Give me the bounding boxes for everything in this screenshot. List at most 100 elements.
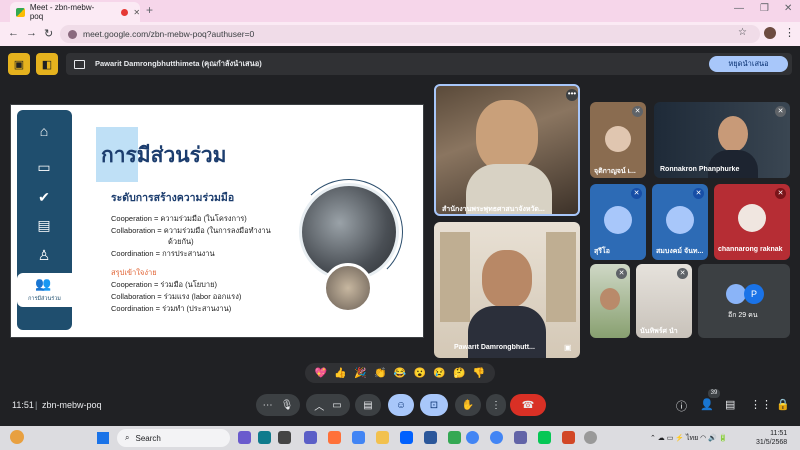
reaction-surprised-icon[interactable]: 😮: [413, 368, 425, 379]
people-icon[interactable]: 👤: [700, 398, 714, 411]
separator: |: [35, 400, 38, 410]
present-screen-icon: [74, 59, 85, 69]
file-explorer-icon[interactable]: [376, 431, 389, 444]
system-tray[interactable]: ⌃ ☁ ▭ ⚡ ไทย ◠ 🔊 🔋: [650, 433, 728, 444]
present-button[interactable]: ⊡: [420, 394, 448, 416]
line-icon[interactable]: [538, 431, 551, 444]
leave-call-button[interactable]: ☎: [510, 394, 546, 416]
new-tab-button[interactable]: +: [146, 3, 153, 17]
video-tile[interactable]: ✕ channarong raknak: [714, 184, 790, 260]
close-tab-icon[interactable]: ✕: [133, 8, 140, 17]
app-icon[interactable]: [448, 431, 461, 444]
team-photo: [323, 263, 373, 313]
hand-icon: ✋: [461, 399, 475, 411]
reaction-thumbs-up-icon[interactable]: 👍: [334, 368, 346, 379]
slide-subtitle: ระดับการสร้างความร่วมมือ: [111, 192, 235, 204]
video-tile[interactable]: ✕ นันทิพร์ศ นำ: [636, 264, 692, 338]
taskview-icon[interactable]: [278, 431, 291, 444]
reaction-thumbs-down-icon[interactable]: 👎: [473, 368, 485, 379]
sidepanel-icon[interactable]: ◧: [36, 53, 58, 75]
app-icon[interactable]: [584, 431, 597, 444]
stop-presenting-button[interactable]: หยุดนำเสนอ: [709, 56, 788, 72]
close-window-icon[interactable]: ✕: [784, 3, 792, 14]
copilot-icon[interactable]: [238, 431, 251, 444]
chrome-profile-icon[interactable]: [490, 431, 503, 444]
dropbox-icon[interactable]: [400, 431, 413, 444]
forward-icon[interactable]: →: [26, 27, 37, 39]
video-tile[interactable]: ✕ จุติกาญจน์ เ...: [590, 102, 646, 178]
presentation-slide: ⌂ ▭ ✔ ▤ ♙ 👥 การมีส่วนร่วม การมีส่วนร่วม …: [10, 104, 424, 338]
layout-icon[interactable]: ▣: [8, 53, 30, 75]
video-tile[interactable]: ✕ สมบงคม์ จันท...: [652, 184, 708, 260]
slide-line: Coordination = การประสานงาน: [111, 249, 215, 258]
video-tile[interactable]: ✕ สุรีโอ: [590, 184, 646, 260]
profile-avatar[interactable]: [764, 27, 776, 39]
camera-icon[interactable]: ▭: [332, 400, 341, 411]
reaction-party-icon[interactable]: 🎉: [354, 368, 366, 379]
firefox-icon[interactable]: [328, 431, 341, 444]
reactions-button[interactable]: ☺: [388, 394, 414, 416]
video-tile[interactable]: ✕ Ronnakron Phanphurke: [654, 102, 790, 178]
clock-time: 11:51: [770, 430, 788, 437]
taskbar-search[interactable]: ⌕ Search: [117, 429, 230, 447]
host-controls-icon[interactable]: 🔒: [776, 398, 790, 411]
taskbar-clock[interactable]: 11:51 31/5/2568: [756, 429, 787, 447]
browser-tab[interactable]: Meet - zbn-mebw-poq ✕: [10, 2, 140, 22]
video-tile-main-top[interactable]: ••• สำนักงานพระพุทธศาสนาจังหวัด...: [434, 84, 580, 216]
participant-body: [708, 150, 758, 178]
site-info-icon[interactable]: [68, 29, 77, 39]
mic-options-icon[interactable]: ⋯: [263, 400, 273, 411]
meet-favicon-icon: [16, 7, 25, 17]
mic-icon[interactable]: 🎙: [281, 400, 294, 411]
info-icon[interactable]: ⓘ: [676, 398, 687, 414]
bookmark-star-icon[interactable]: ☆: [738, 27, 747, 38]
reaction-clap-icon[interactable]: 👏: [374, 368, 386, 379]
raise-hand-button[interactable]: ✋: [455, 394, 481, 416]
captions-button[interactable]: ▤: [355, 394, 381, 416]
weather-icon[interactable]: [10, 430, 24, 444]
emoji-icon: ☺: [395, 399, 407, 411]
maximize-icon[interactable]: ❐: [760, 3, 769, 14]
powerpoint-icon[interactable]: [562, 431, 575, 444]
windows-taskbar: ⌕ Search ⌃ ☁ ▭ ⚡ ไทย ◠ 🔊 🔋 11:51 31/5/25…: [0, 426, 800, 450]
summary-heading: สรุปเข้าใจง่าย: [111, 268, 157, 277]
word-icon[interactable]: [424, 431, 437, 444]
more-options-icon[interactable]: •••: [566, 89, 578, 101]
video-tile-main-bottom[interactable]: Pawarit Damrongbhutt... ▣: [434, 222, 580, 358]
edge-icon[interactable]: [258, 431, 271, 444]
meeting-code: zbn-mebw-poq: [42, 400, 102, 410]
reload-icon[interactable]: ↻: [44, 27, 53, 40]
others-tile[interactable]: P อีก 29 คน: [698, 264, 790, 338]
reaction-laugh-icon[interactable]: 😂: [394, 368, 406, 379]
video-tile[interactable]: ✕: [590, 264, 630, 338]
back-icon[interactable]: ←: [8, 27, 19, 39]
sidebar-active-label: การมีส่วนร่วม: [28, 296, 61, 302]
mic-off-icon: ✕: [693, 188, 704, 199]
more-options-button[interactable]: ⋮: [486, 394, 506, 416]
meeting-time: 11:51: [12, 400, 34, 410]
reactions-bar: 💖 👍 🎉 👏 😂 😮 😢 🤔 👎: [305, 363, 495, 383]
browser-tab-bar: Meet - zbn-mebw-poq ✕ + — ❐ ✕: [0, 0, 800, 22]
camera-options-icon[interactable]: ︿: [314, 398, 324, 413]
app-icon[interactable]: [514, 431, 527, 444]
activities-icon[interactable]: ⋮⋮: [750, 398, 772, 411]
slide-line: Cooperation = ความร่วมมือ (ในโครงการ): [111, 214, 247, 223]
language-indicator[interactable]: ไทย: [686, 435, 698, 442]
chrome-icon[interactable]: [352, 431, 365, 444]
url-field[interactable]: meet.google.com/zbn-mebw-poq?authuser=0: [60, 25, 760, 43]
url-text: meet.google.com/zbn-mebw-poq?authuser=0: [83, 29, 255, 39]
reaction-sad-icon[interactable]: 😢: [433, 368, 445, 379]
mic-off-icon: ✕: [616, 268, 627, 279]
chat-icon[interactable]: ▤: [725, 398, 735, 411]
reaction-thinking-icon[interactable]: 🤔: [453, 368, 465, 379]
start-icon[interactable]: [97, 432, 109, 444]
reaction-heart-icon[interactable]: 💖: [315, 368, 327, 379]
participant-avatar: [726, 284, 746, 304]
chrome-icon[interactable]: [466, 431, 479, 444]
mic-group: ⋯ 🎙: [256, 394, 300, 416]
participant-name: Ronnakron Phanphurke: [660, 166, 740, 173]
participant-name: channarong raknak: [718, 246, 783, 253]
teams-icon[interactable]: [304, 431, 317, 444]
minimize-icon[interactable]: —: [734, 3, 744, 14]
browser-menu-icon[interactable]: ⋮: [784, 26, 795, 39]
